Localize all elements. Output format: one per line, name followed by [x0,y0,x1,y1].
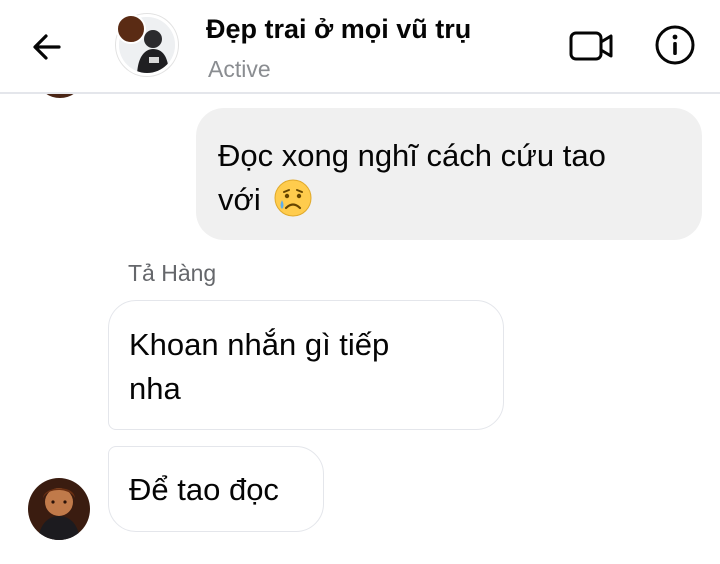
message-text: Để tao đọc [129,472,279,507]
info-icon [655,25,695,65]
message-text: với [218,182,261,217]
arrow-left-icon [33,34,61,60]
incoming-message-bubble[interactable]: Để tao đọc [108,446,324,532]
contact-avatar[interactable] [116,14,178,76]
outgoing-message-bubble[interactable]: Đọc xong nghĩ cách cứu tao với [196,108,702,240]
incoming-message-bubble[interactable]: Khoan nhắn gì tiếp nha [108,300,504,430]
message-text: Đọc xong nghĩ cách cứu tao [218,138,606,173]
message-text: Khoan nhắn gì tiếp [129,327,390,362]
back-button[interactable] [20,24,74,70]
active-status: Active [208,56,271,82]
group-member-avatar [116,14,146,44]
chat-header: Đẹp trai ở mọi vũ trụ Active [0,0,720,94]
sender-avatar[interactable] [28,478,90,540]
video-call-button[interactable] [566,24,618,68]
message-thread[interactable]: Đọc xong nghĩ cách cứu tao với Tả Hàng K… [0,68,720,564]
info-button[interactable] [652,22,698,68]
message-text: nha [129,371,181,406]
chat-title[interactable]: Đẹp trai ở mọi vũ trụ [206,14,471,45]
sad-but-relieved-face-icon [274,179,312,217]
video-camera-icon [569,31,613,61]
sender-name: Tả Hàng [128,260,217,286]
